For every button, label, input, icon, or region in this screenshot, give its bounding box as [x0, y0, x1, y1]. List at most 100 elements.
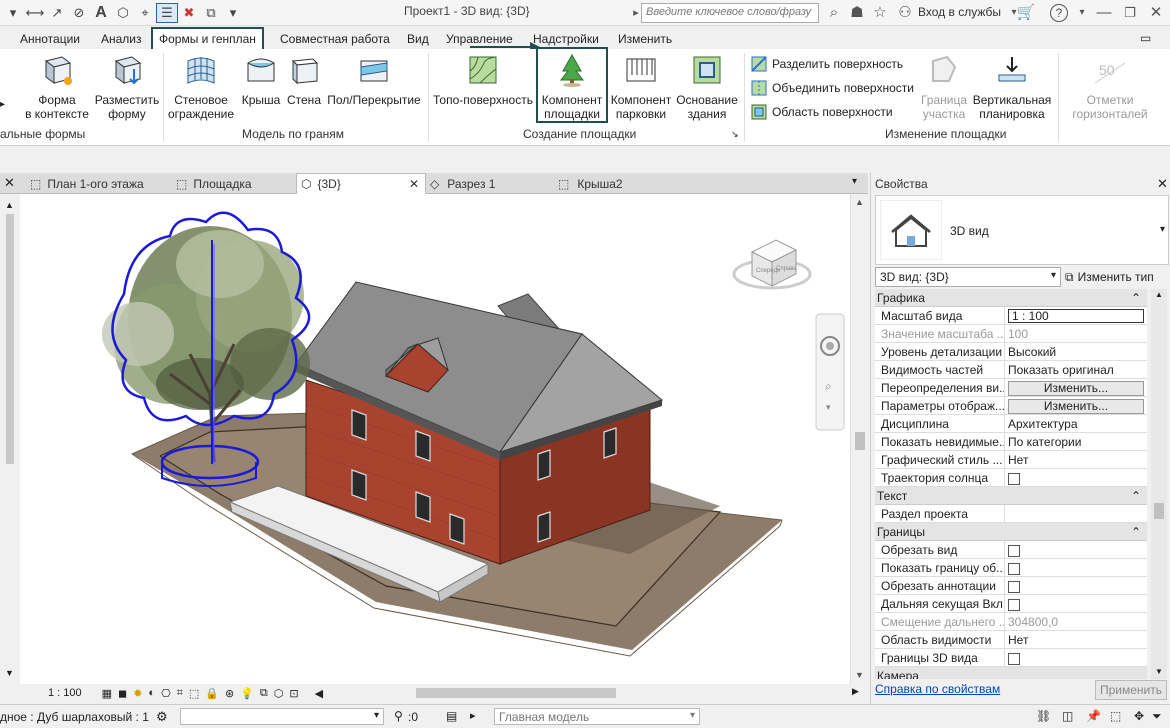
section-icon[interactable]: ⌖ — [134, 3, 156, 23]
drag-elements-icon[interactable]: ✥ — [1134, 709, 1144, 723]
close-hidden-icon[interactable]: ✖ — [178, 3, 200, 23]
prop-sun-path[interactable]: Траектория солнца — [875, 469, 1147, 487]
zoom-icon[interactable]: ⌕ — [825, 379, 832, 393]
prop-annotation-crop[interactable]: Обрезать аннотации — [875, 577, 1147, 595]
prop-view-scale[interactable]: Масштаб вида 1 : 100 — [875, 307, 1147, 325]
vg-edit-button[interactable]: Изменить... — [1008, 381, 1144, 396]
workset-select[interactable]: ▾ — [180, 708, 384, 725]
subregion-button[interactable]: Область поверхности — [751, 104, 893, 120]
view-scale-label[interactable]: 1 : 100 — [48, 687, 82, 699]
temporary-hide-icon[interactable]: ⊛ — [225, 687, 234, 700]
prop-detail-level[interactable]: Уровень детализации Высокий — [875, 343, 1147, 361]
workset-icon[interactable]: ⚙ — [156, 709, 168, 725]
text-icon[interactable]: A — [90, 3, 112, 23]
tab-close-icon[interactable]: ✕ — [409, 177, 419, 191]
horizontal-scrollbar[interactable]: ▶ — [400, 684, 868, 702]
tab-collaborate[interactable]: Совместная работа — [274, 30, 396, 49]
tabs-dropdown-icon[interactable]: ▾ — [852, 176, 857, 187]
element-filter-icon[interactable]: ▸ — [470, 709, 476, 722]
worksharing-icon[interactable]: ⧉ — [260, 687, 268, 700]
help-icon[interactable]: ? — [1050, 4, 1068, 22]
highlight-displacement-icon[interactable]: ⊡ — [289, 687, 298, 700]
help-dropdown-icon[interactable]: ▾ — [1072, 3, 1092, 23]
label-contours-button[interactable]: 50 Отметки горизонталей — [1062, 49, 1158, 121]
group-header-text[interactable]: Текст ⌃ — [875, 487, 1147, 505]
site-component-button[interactable]: Компонент площадки — [536, 47, 608, 123]
select-by-face-icon[interactable]: ⬚ — [1110, 709, 1121, 723]
far-clip-checkbox[interactable] — [1008, 599, 1020, 611]
select-pinned-icon[interactable]: 📌 — [1086, 709, 1101, 723]
sun-path-icon[interactable]: ✹ — [133, 687, 142, 700]
reveal-hidden-icon[interactable]: 💡 — [240, 687, 254, 700]
lock-view-icon[interactable]: 🔒 — [205, 687, 219, 700]
search-input[interactable]: Введите ключевое слово/фразу — [641, 3, 819, 23]
scroll-left-icon[interactable]: ◀ — [315, 687, 323, 700]
curtain-system-button[interactable]: Стеновое ограждение — [164, 49, 238, 121]
shadows-icon[interactable]: ◐ — [148, 687, 155, 699]
doc-tab-roof[interactable]: ⬚ Крыша2 — [554, 173, 704, 194]
3d-viewport[interactable]: Спереди Справа ⌕ ▾ — [20, 194, 850, 684]
prop-parts-visibility[interactable]: Видимость частей Показать оригинал — [875, 361, 1147, 379]
crop-region-icon[interactable]: ⬚ — [189, 687, 199, 700]
group-header-graphics[interactable]: Графика ⌃ — [875, 289, 1147, 307]
navigation-bar[interactable]: ⌕ ▾ — [815, 313, 845, 431]
close-all-icon[interactable]: ✕ — [4, 175, 15, 191]
apply-button[interactable]: Применить — [1095, 680, 1167, 700]
site-settings-icon[interactable]: ↘ — [731, 129, 739, 140]
doc-tab-floor-plan[interactable]: ⬚ План 1-ого этажа — [26, 173, 172, 194]
analytical-model-icon[interactable]: ⬡ — [274, 687, 284, 700]
prop-scope-box[interactable]: Область видимости Нет — [875, 631, 1147, 649]
tab-modify[interactable]: Изменить — [612, 30, 678, 49]
prop-section-box[interactable]: Границы 3D вида — [875, 649, 1147, 667]
save-icon[interactable]: ▾ — [2, 3, 24, 23]
minimize-icon[interactable]: — — [1094, 3, 1114, 23]
select-links-icon[interactable]: ⛓ — [1036, 709, 1051, 723]
editing-requests-icon[interactable]: ⚲ — [394, 709, 403, 723]
properties-close-icon[interactable]: ✕ — [1157, 176, 1168, 192]
toposurface-button[interactable]: Топо-поверхность — [430, 49, 536, 107]
section-box-checkbox[interactable] — [1008, 653, 1020, 665]
favorites-icon[interactable]: ☆ — [870, 3, 890, 23]
group-header-camera[interactable]: Камера — [875, 667, 1147, 679]
prop-vg-overrides[interactable]: Переопределения ви... Изменить... — [875, 379, 1147, 397]
switch-windows-icon[interactable]: ⧉ — [200, 3, 222, 23]
render-icon[interactable]: ⎔ — [161, 687, 171, 700]
merge-surfaces-button[interactable]: Объединить поверхности — [751, 80, 914, 96]
graded-region-button[interactable]: Вертикальная планировка — [970, 49, 1054, 121]
tag-icon[interactable]: ⊘ — [68, 3, 90, 23]
in-place-mass-button[interactable]: Форма в контексте — [22, 49, 92, 121]
type-dropdown-icon[interactable]: ▾ — [1160, 224, 1165, 235]
maximize-icon[interactable]: ❐ — [1120, 3, 1140, 23]
crop-view-icon[interactable]: ⌗ — [177, 687, 183, 700]
parking-component-button[interactable]: Компонент парковки — [608, 49, 674, 121]
crop-view-checkbox[interactable] — [1008, 545, 1020, 557]
annotation-crop-checkbox[interactable] — [1008, 581, 1020, 593]
measure-icon[interactable]: ⟷ — [24, 3, 46, 23]
filter-icon[interactable]: ⏷ — [1152, 709, 1162, 724]
qat-dropdown-icon[interactable]: ▾ — [222, 3, 244, 23]
tab-annotations[interactable]: Аннотации — [14, 30, 86, 49]
prop-display-options[interactable]: Параметры отображ... Изменить... — [875, 397, 1147, 415]
design-option-select[interactable]: Главная модель ▾ — [494, 708, 700, 725]
doc-tab-3d[interactable]: ⬡ {3D} ✕ — [296, 173, 426, 194]
crop-region-checkbox[interactable] — [1008, 563, 1020, 575]
split-surface-button[interactable]: Разделить поверхность — [751, 56, 903, 72]
property-line-button[interactable]: Граница участка — [916, 49, 972, 121]
user-icon[interactable]: ⚇ — [895, 3, 915, 23]
display-edit-button[interactable]: Изменить... — [1008, 399, 1144, 414]
group-header-extents[interactable]: Границы ⌃ — [875, 523, 1147, 541]
dimension-icon[interactable]: ↗ — [46, 3, 68, 23]
doc-tab-site[interactable]: ⬚ Площадка — [172, 173, 296, 194]
prop-project-section[interactable]: Раздел проекта — [875, 505, 1147, 523]
panel-expand-icon[interactable]: ▸ — [0, 99, 5, 110]
sun-path-checkbox[interactable] — [1008, 473, 1020, 485]
building-pad-button[interactable]: Основание здания — [674, 49, 740, 121]
tab-view[interactable]: Вид — [401, 30, 435, 49]
close-icon[interactable]: ✕ — [1146, 3, 1166, 23]
3d-model-scene[interactable]: Спереди Справа ⌕ ▾ — [20, 194, 850, 684]
doc-tab-section[interactable]: ◇ Разрез 1 — [426, 173, 554, 194]
wall-by-face-button[interactable]: Стена — [284, 49, 324, 107]
prop-crop-view[interactable]: Обрезать вид — [875, 541, 1147, 559]
ribbon-options-icon[interactable]: ▭ — [1140, 31, 1151, 45]
vertical-scrollbar[interactable]: ▲ ▼ — [850, 194, 868, 684]
